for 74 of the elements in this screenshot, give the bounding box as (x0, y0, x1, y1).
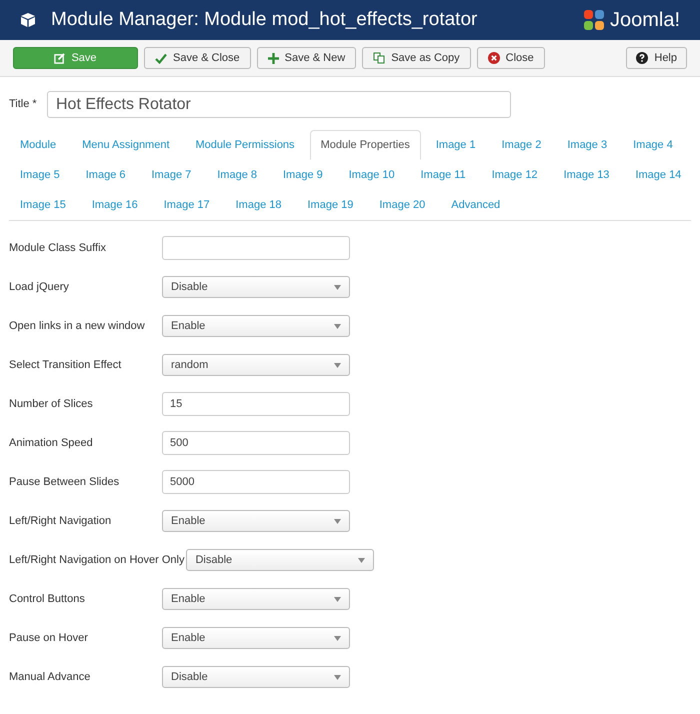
dropdown[interactable]: Enable (162, 510, 350, 532)
toolbar-button[interactable]: Close (476, 47, 545, 69)
dropdown[interactable]: Disable (162, 276, 350, 298)
field-label: Animation Speed (9, 436, 94, 451)
field-label: Module Class Suffix (9, 240, 108, 256)
logo-text: Joomla! (610, 8, 680, 33)
dropdown[interactable]: Enable (162, 627, 350, 649)
tab[interactable]: Module Permissions (184, 130, 306, 160)
help-button[interactable]: Help (626, 47, 687, 69)
input-field[interactable]: 15 (162, 392, 350, 416)
field-label: Load jQuery (9, 280, 70, 295)
input-field[interactable]: 500 (162, 431, 350, 455)
title-label: Title * (9, 97, 38, 112)
caret-icon (334, 636, 341, 640)
tab[interactable]: Image 15 (9, 190, 77, 220)
title-field[interactable]: Hot Effects Rotator (47, 91, 511, 118)
tab[interactable]: Image 20 (368, 190, 436, 220)
input-field[interactable] (162, 236, 350, 260)
tab[interactable]: Advanced (440, 190, 512, 220)
tab[interactable]: Image 8 (206, 160, 268, 190)
field-label: Control Buttons (9, 592, 86, 607)
field-label: Number of Slices (9, 396, 94, 412)
toolbar-button[interactable]: Save & New (256, 47, 356, 69)
copy-icon (373, 52, 386, 64)
caret-icon (334, 324, 341, 328)
tab[interactable]: Image 19 (296, 190, 364, 220)
help-icon (636, 52, 648, 64)
dropdown[interactable]: Disable (162, 666, 350, 688)
dropdown[interactable]: random (162, 354, 350, 376)
edit-icon (54, 52, 66, 64)
field-label: Manual Advance (9, 670, 92, 685)
field-label: Pause Between Slides (9, 474, 120, 490)
field-label: Select Transition Effect (9, 358, 122, 373)
tab[interactable]: Image 10 (338, 160, 406, 190)
toolbar-button[interactable]: Save & Close (144, 47, 251, 69)
tab[interactable]: Image 2 (490, 130, 552, 160)
tab[interactable]: Image 18 (224, 190, 292, 220)
caret-icon (334, 674, 341, 680)
dropdown[interactable]: Disable (186, 549, 374, 571)
tab[interactable]: Image 5 (9, 160, 71, 190)
field-label: Open links in a new window (9, 318, 146, 334)
caret-icon (358, 558, 366, 562)
tab[interactable]: Menu Assignment (71, 130, 181, 160)
caret-icon (334, 596, 341, 602)
dropdown[interactable]: Enable (162, 588, 350, 610)
close-icon (488, 52, 500, 64)
caret-icon (334, 362, 341, 368)
plus-icon (268, 52, 279, 64)
tab[interactable]: Image 13 (552, 160, 620, 190)
tab[interactable]: Image 12 (480, 160, 549, 190)
check-icon (155, 52, 167, 64)
tab[interactable]: Image 7 (140, 160, 202, 190)
tab[interactable]: Image 14 (624, 160, 692, 190)
dropdown[interactable]: Enable (162, 315, 350, 337)
tab[interactable]: Image 6 (74, 160, 136, 190)
toolbar-button[interactable]: Save as Copy (362, 47, 471, 69)
tab[interactable]: Image 1 (424, 130, 487, 160)
tab[interactable]: Module Properties (310, 130, 421, 160)
input-field[interactable]: 5000 (162, 470, 350, 494)
field-label: Left/Right Navigation on Hover Only (9, 552, 186, 568)
page-title: Module Manager: Module mod_hot_effects_rotator (51, 8, 478, 32)
toolbar-button[interactable]: Save (13, 47, 138, 69)
tab[interactable]: Image 4 (622, 130, 684, 160)
tab[interactable]: Module (9, 130, 68, 160)
tab[interactable]: Image 11 (410, 160, 477, 190)
field-label: Left/Right Navigation (9, 514, 112, 529)
caret-icon (334, 518, 341, 524)
caret-icon (334, 284, 341, 290)
tab[interactable]: Image 3 (556, 130, 618, 160)
cube-icon (20, 12, 36, 28)
tab[interactable]: Image 9 (272, 160, 334, 190)
tab[interactable]: Image 16 (80, 190, 149, 220)
field-label: Pause on Hover (9, 630, 89, 646)
tab[interactable]: Image 17 (152, 190, 221, 220)
